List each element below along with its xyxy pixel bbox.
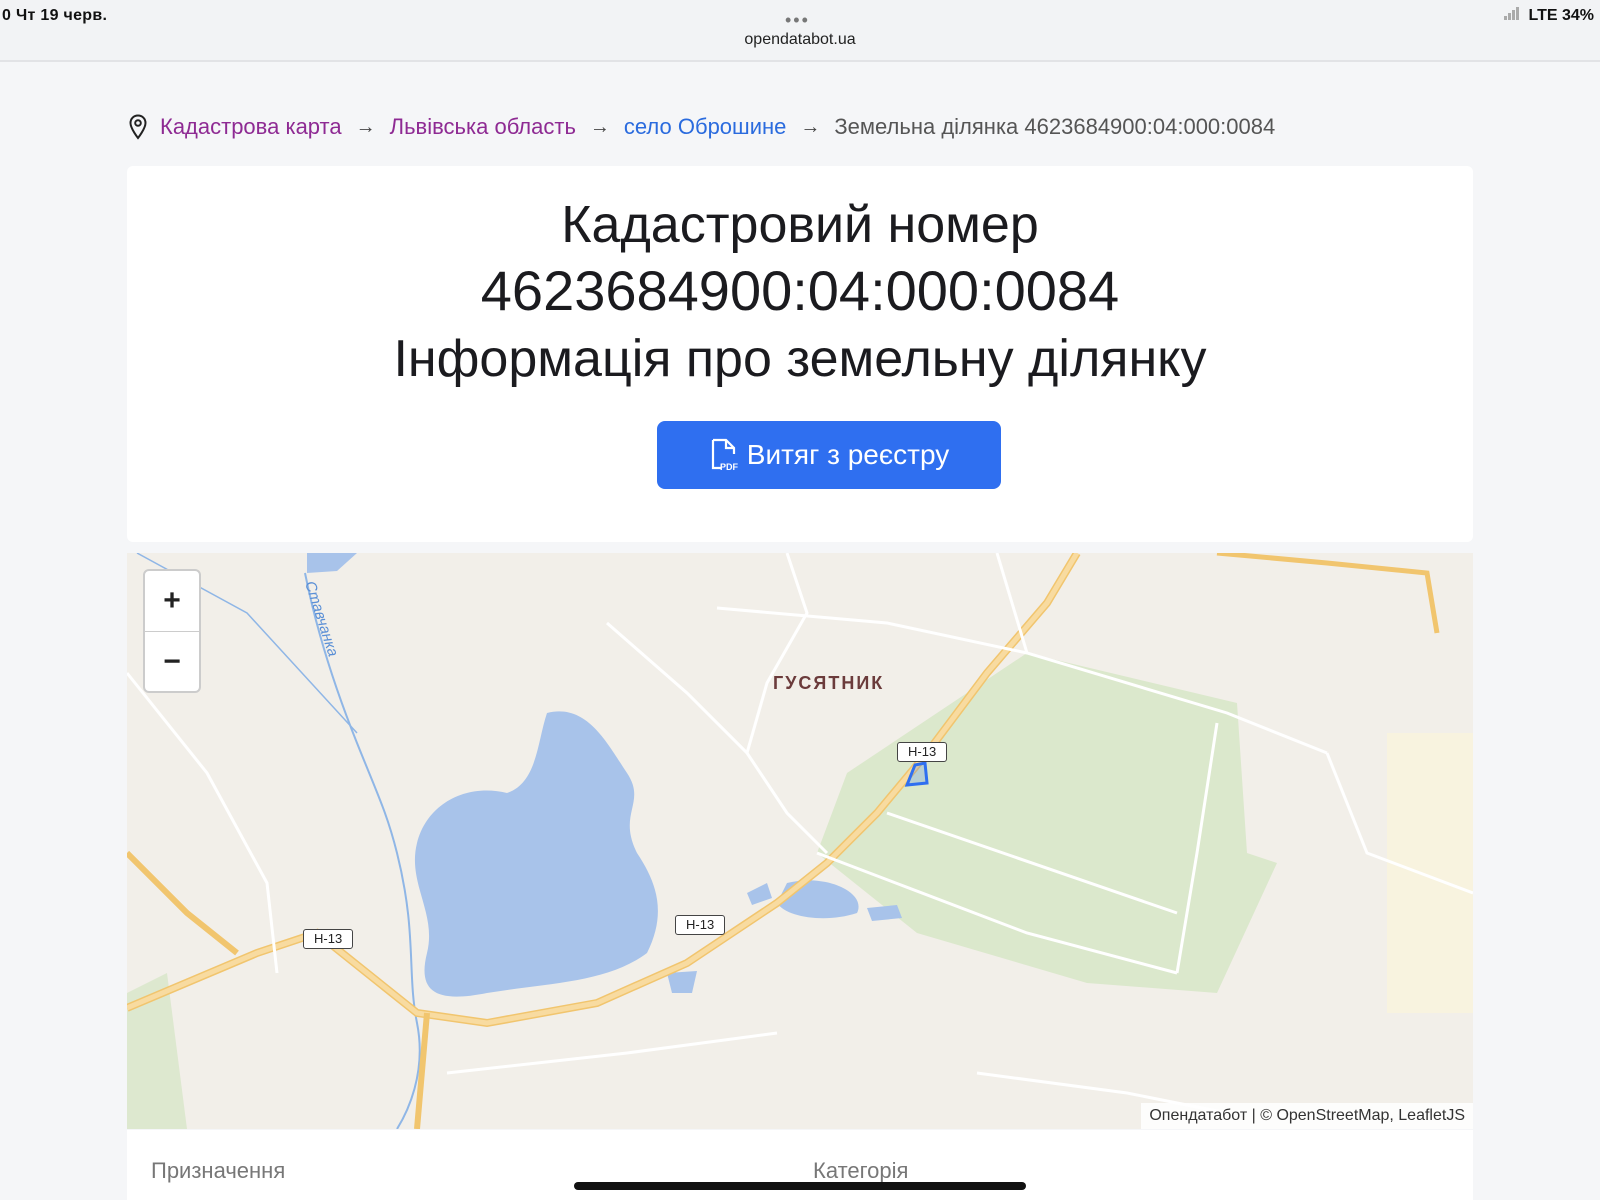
svg-text:PDF: PDF [720, 462, 739, 472]
registry-extract-button[interactable]: PDF Витяг з реєстру [657, 421, 1001, 489]
arrow-right-icon: → [800, 115, 821, 138]
pdf-file-icon: PDF [711, 438, 739, 472]
home-indicator [574, 1182, 1026, 1190]
more-dots-icon[interactable]: ••• [785, 10, 810, 31]
address-url[interactable]: opendatabot.ua [0, 31, 1600, 49]
road-shield-label: Н-13 [303, 929, 354, 949]
breadcrumb-cadastral-map[interactable]: Кадастрова карта [160, 114, 342, 140]
map-place-label: ГУСЯТНИК [773, 673, 885, 693]
zoom-out-button[interactable]: − [145, 631, 199, 691]
cadastral-number: 4623684900:04:000:0084 [480, 259, 1120, 322]
map-attribution[interactable]: Опендатабот | © OpenStreetMap, LeafletJS [1141, 1103, 1473, 1129]
breadcrumb-village[interactable]: село Оброшине [624, 114, 786, 140]
page-title-line1: Кадастровий номер [561, 196, 1039, 254]
category-label: Категорія [813, 1158, 909, 1183]
network-type: LTE [1528, 7, 1558, 24]
road-shield-label: Н-13 [897, 742, 948, 762]
header-card: Кадастровий номер 4623684900:04:000:0084… [127, 166, 1473, 542]
status-time: 0 Чт 19 черв. [2, 7, 108, 24]
signal-icon [1504, 7, 1520, 25]
map-pin-icon [129, 114, 147, 140]
breadcrumb-current: Земельна ділянка 4623684900:04:000:0084 [834, 114, 1276, 139]
map-tiles: Ставчанка [127, 553, 1473, 1129]
battery-level: 34% [1561, 7, 1594, 24]
road-shield-label: Н-13 [675, 915, 726, 935]
status-right: LTE 34% [1504, 7, 1594, 25]
purpose-label: Призначення [151, 1158, 286, 1183]
arrow-right-icon: → [355, 115, 376, 138]
page-title-line3: Інформація про земельну ділянку [393, 330, 1207, 388]
cadastral-map[interactable]: Ставчанка + − ГУСЯТНИК Н-13 Н-13 Н-13 Оп… [127, 553, 1473, 1129]
zoom-in-button[interactable]: + [145, 571, 199, 631]
breadcrumb-region[interactable]: Львівська область [390, 114, 576, 140]
arrow-right-icon: → [589, 115, 610, 138]
registry-extract-label: Витяг з реєстру [746, 439, 950, 470]
zoom-control: + − [143, 569, 201, 693]
breadcrumb: Кадастрова карта → Львівська область → с… [128, 112, 1275, 142]
status-bar: 0 Чт 19 черв. ••• opendatabot.ua LTE 34% [0, 0, 1600, 62]
